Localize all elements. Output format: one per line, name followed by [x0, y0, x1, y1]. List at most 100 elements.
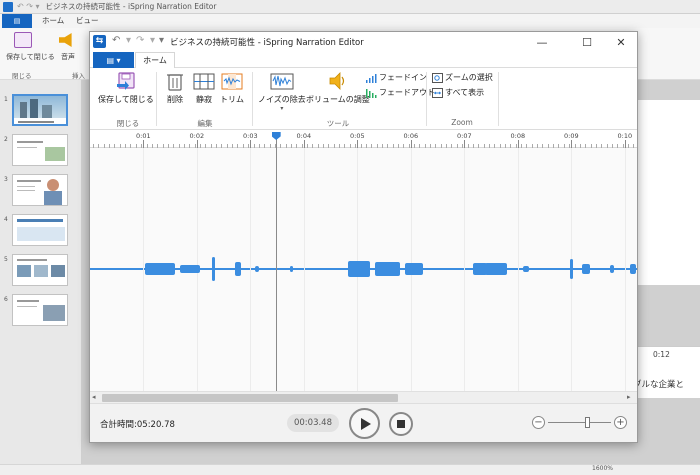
group-zoom-label: Zoom — [451, 118, 473, 127]
save-close-label: 保存して閉じる — [98, 95, 154, 104]
total-time-label: 合計時間: — [100, 420, 137, 430]
ruler-major-tick — [250, 140, 251, 148]
background-window-title: ビジネスの持続可能性 - iSpring Narration Editor — [45, 2, 217, 11]
slide-panel: 1 2 3 4 5 6 — [0, 80, 82, 475]
grid-line — [464, 148, 465, 391]
ruler-major-tick — [624, 140, 626, 148]
ruler-label: 0:08 — [510, 132, 526, 140]
silence-label: 静寂 — [196, 95, 212, 104]
waveform-segment — [348, 261, 370, 277]
slide-preview — [12, 94, 68, 126]
customize-toolbar-icon[interactable]: ▾ — [159, 35, 164, 46]
ruler-major-tick — [464, 140, 465, 148]
app-icon — [3, 1, 13, 12]
waveform-area[interactable] — [90, 148, 637, 391]
background-titlebar: ↶ ↷ ▾ ビジネスの持続可能性 - iSpring Narration Edi… — [0, 0, 700, 14]
time-ruler[interactable]: 0:01 0:02 0:03 0:04 0:05 0:06 0:07 0:08 0:09 0:10 — [90, 130, 637, 148]
trim-button[interactable]: トリム — [220, 70, 244, 105]
grid-line — [624, 148, 626, 391]
undo-dropdown-icon[interactable]: ▾ — [126, 35, 131, 46]
zoom-selection-icon — [432, 72, 443, 83]
background-timeline-time: 0:12 — [653, 350, 670, 359]
slide-number: 2 — [4, 136, 8, 143]
show-all-button[interactable]: すべて表示 — [432, 87, 484, 98]
ruler-major-tick — [196, 140, 198, 148]
waveform-segment — [180, 265, 200, 273]
zoom-slider[interactable]: − + — [532, 416, 628, 430]
save-close-button[interactable]: 保存して閉じる — [98, 70, 154, 105]
redo-dropdown-icon[interactable]: ▾ — [150, 35, 155, 46]
zoom-selection-label: ズームの選択 — [445, 73, 493, 82]
fade-in-label: フェードイン — [379, 73, 427, 82]
close-button[interactable]: ✕ — [606, 32, 636, 52]
stop-button[interactable] — [389, 412, 413, 436]
ruler-major-tick — [410, 140, 412, 148]
slide-thumbnail-1[interactable]: 1 — [0, 94, 82, 130]
playhead[interactable] — [275, 132, 277, 424]
undo-icon[interactable]: ↶ — [112, 35, 120, 46]
tab-home[interactable]: ホーム — [135, 52, 175, 69]
redo-icon[interactable]: ↷ — [136, 35, 144, 46]
zoom-in-button[interactable]: + — [614, 416, 627, 429]
background-file-button[interactable]: ▤ — [2, 14, 32, 28]
stop-icon — [397, 420, 405, 428]
ribbon-separator — [252, 72, 253, 126]
minimize-button[interactable]: — — [527, 32, 557, 52]
background-timeline-caption: ブルな企業と — [633, 380, 685, 390]
dialog-titlebar: ⇆ ↶ ▾ ↷ ▾ ▾ ビジネスの持続可能性 - iSpring Narrati… — [90, 32, 637, 52]
zoom-out-button[interactable]: − — [532, 416, 545, 429]
trash-icon — [167, 74, 183, 91]
ruler-major-tick — [517, 140, 519, 148]
quick-access-icons[interactable]: ↶ ↷ ▾ — [17, 2, 40, 11]
waveform-segment — [212, 257, 215, 281]
total-time-value: 05:20.78 — [136, 420, 175, 430]
waveform-segment — [375, 262, 400, 276]
noise-removal-button[interactable]: ノイズの除去 ▾ — [258, 70, 306, 112]
slide-thumbnail-5[interactable]: 5 — [0, 254, 82, 290]
zoom-selection-button[interactable]: ズームの選択 — [432, 72, 493, 83]
group-close-label: 閉じる — [116, 119, 140, 128]
silence-button[interactable]: 静寂 — [192, 70, 216, 105]
slide-thumbnail-2[interactable]: 2 — [0, 134, 82, 170]
slide-thumbnail-6[interactable]: 6 — [0, 294, 82, 330]
zoom-knob[interactable] — [585, 417, 591, 428]
background-audio-label[interactable]: 音声 — [61, 52, 75, 62]
background-group-close: 閉じる — [12, 72, 32, 80]
ruler-major-tick — [357, 140, 358, 148]
silence-icon — [193, 73, 215, 90]
ruler-label: 0:09 — [564, 132, 579, 140]
file-menu-icon: ▤ — [106, 55, 114, 65]
ruler-label: 0:05 — [350, 132, 365, 140]
ribbon-separator — [156, 72, 157, 126]
scroll-left-icon[interactable]: ◂ — [92, 393, 96, 401]
slide-preview — [12, 134, 68, 166]
slide-number: 1 — [4, 96, 8, 103]
background-zoom-level: 1600% — [592, 465, 613, 472]
grid-line — [143, 148, 144, 391]
slide-number: 4 — [4, 216, 8, 223]
scrollbar-thumb[interactable] — [102, 394, 398, 402]
fade-out-button[interactable]: フェードアウト — [365, 87, 435, 98]
maximize-button[interactable]: ☐ — [572, 32, 602, 52]
delete-button[interactable]: 削除 — [164, 70, 186, 105]
fade-in-button[interactable]: フェードイン — [365, 72, 427, 83]
dropdown-arrow-icon: ▾ — [280, 105, 284, 112]
slide-thumbnail-4[interactable]: 4 — [0, 214, 82, 250]
background-save-close-label[interactable]: 保存して閉じる — [6, 52, 55, 62]
ruler-label: 0:02 — [189, 132, 205, 140]
slide-preview — [12, 294, 68, 326]
fade-out-icon — [366, 88, 377, 98]
speaker-icon — [59, 33, 72, 47]
background-tab-home[interactable]: ホーム — [42, 15, 64, 26]
slide-thumbnail-3[interactable]: 3 — [0, 174, 82, 210]
dialog-title: ビジネスの持続可能性 - iSpring Narration Editor — [170, 38, 364, 48]
show-all-label: すべて表示 — [445, 88, 485, 97]
background-tab-view[interactable]: ビュー — [76, 15, 99, 26]
volume-adjust-button[interactable]: ボリュームの調整 — [306, 70, 370, 105]
file-menu-button[interactable]: ▤ ▾ — [93, 52, 134, 68]
play-button[interactable] — [349, 408, 380, 439]
slide-number: 5 — [4, 256, 8, 263]
ribbon-separator — [498, 72, 499, 126]
scroll-right-icon[interactable]: ▸ — [627, 393, 631, 401]
horizontal-scrollbar[interactable]: ◂ ▸ — [90, 391, 637, 403]
